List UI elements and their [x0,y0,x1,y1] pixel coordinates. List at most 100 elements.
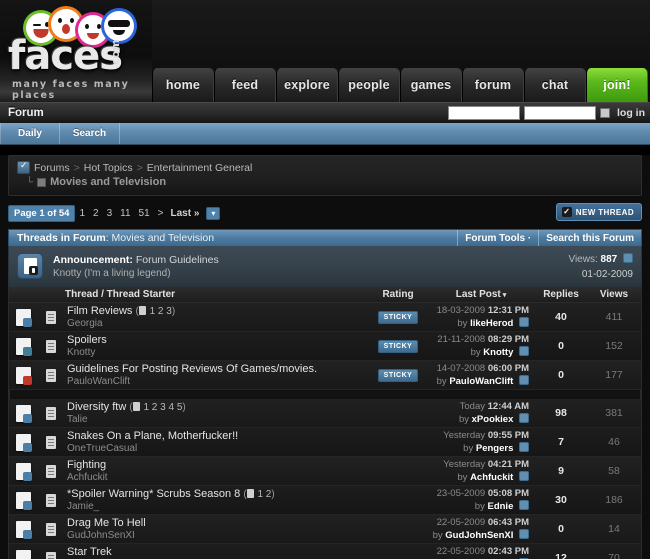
breadcrumb-forums[interactable]: Forums [34,162,70,174]
goto-last-post-icon[interactable] [519,375,529,385]
threads-table-body: Film Reviews ( 1 2 3) Georgia STICKY 18-… [8,303,642,559]
nav-explore[interactable]: explore [276,68,338,102]
table-row[interactable]: Spoilers Knotty STICKY 21-11-2008 08:29 … [9,332,641,361]
nav-join-button[interactable]: join! [586,68,648,102]
pagination-page-2[interactable]: 2 [89,208,103,219]
new-thread-label: NEW THREAD [575,207,634,217]
table-row[interactable]: Film Reviews ( 1 2 3) Georgia STICKY 18-… [9,303,641,332]
nav-home[interactable]: home [152,68,214,102]
pagination-page-11[interactable]: 11 [116,208,134,219]
thread-title[interactable]: Film Reviews [67,305,132,317]
column-rating[interactable]: Rating [369,289,427,300]
thread-status-icon [15,404,32,423]
last-post-date: Today [459,401,485,412]
last-post-user[interactable]: PauloWanClift [449,376,513,387]
thread-title[interactable]: Diversity ftw [67,401,126,413]
last-post-time: 12:44 AM [487,401,529,412]
column-replies[interactable]: Replies [535,289,587,300]
goto-last-post-icon[interactable] [519,442,529,452]
announcement-goto-icon[interactable] [623,252,633,263]
nav-forum[interactable]: forum [462,68,524,102]
thread-starter[interactable]: PauloWanClift [67,376,363,387]
table-row[interactable]: Fighting Achfuckit Yesterday 04:21 PM by… [9,457,641,486]
last-post-time: 09:55 PM [487,430,529,441]
thread-title[interactable]: Spoilers [67,334,107,346]
last-post-user[interactable]: likeHerod [470,318,513,329]
announcement-row[interactable]: Announcement: Forum Guidelines Knotty (I… [8,246,642,287]
nav-people[interactable]: people [338,68,400,102]
pagination-page-3[interactable]: 3 [103,208,117,219]
last-post-user[interactable]: Achfuckit [470,472,513,483]
thread-starter[interactable]: Knotty [67,347,363,358]
thread-starter[interactable]: Achfuckit [67,472,363,483]
column-thread[interactable]: Thread / Thread Starter [65,289,369,300]
goto-last-post-icon[interactable] [519,413,529,423]
nav-chat[interactable]: chat [524,68,586,102]
last-post-user[interactable]: Pengers [476,443,514,454]
subnav-search[interactable]: Search [60,123,120,144]
username-input[interactable] [448,106,520,120]
thread-starter[interactable]: GudJohnSenXI [67,530,363,541]
thread-starter[interactable]: Jamie_ [67,501,363,512]
new-thread-button[interactable]: ✓ NEW THREAD [555,203,642,221]
thread-pages: ( 1 2) [243,489,275,500]
thread-type-icon [46,464,56,478]
thread-replies: 30 [555,494,567,506]
last-post-user[interactable]: Ednie [487,501,513,512]
last-post-by: by [432,530,443,541]
subnav-daily[interactable]: Daily [0,123,60,144]
pagination-page-51[interactable]: 51 [135,208,154,219]
goto-last-post-icon[interactable] [519,500,529,510]
thread-starter[interactable]: Georgia [67,318,363,329]
thread-title[interactable]: Fighting [67,459,106,471]
forum-tools-button[interactable]: Forum Tools · [457,230,538,246]
goto-last-post-icon[interactable] [519,346,529,356]
thread-title[interactable]: Drag Me To Hell [67,517,146,529]
thread-title[interactable]: Guidelines For Posting Reviews Of Games/… [67,363,317,375]
pagination-last[interactable]: Last » [168,208,203,219]
goto-last-post-icon[interactable] [519,529,529,539]
breadcrumb-entertainment-general[interactable]: Entertainment General [147,162,253,174]
table-row[interactable]: Diversity ftw ( 1 2 3 4 5) Talie Today 1… [9,399,641,428]
site-logo[interactable]: faces .com many faces many places [0,0,152,102]
thread-starter[interactable]: OneTrueCasual [67,443,363,454]
column-views[interactable]: Views [587,289,641,300]
login-button[interactable]: log in [617,107,645,119]
announcement-starter: Knotty (I'm a living legend) [53,267,171,279]
thread-title[interactable]: Star Trek [67,546,112,558]
breadcrumb-separator: > [73,161,80,174]
password-input[interactable] [524,106,596,120]
thread-status-icon [15,549,32,559]
last-post-user[interactable]: GudJohnSenXI [445,530,513,541]
remember-me-checkbox[interactable] [600,108,610,118]
nav-feed[interactable]: feed [214,68,276,102]
thread-starter[interactable]: Talie [67,414,363,425]
announcement-title[interactable]: Forum Guidelines [136,254,219,266]
table-row[interactable]: Drag Me To Hell GudJohnSenXI 22-05-2009 … [9,515,641,544]
nav-games[interactable]: games [400,68,462,102]
last-post-user[interactable]: xPookiex [472,414,514,425]
table-row[interactable]: *Spoiler Warning* Scrubs Season 8 ( 1 2)… [9,486,641,515]
table-row[interactable]: Guidelines For Posting Reviews Of Games/… [9,361,641,390]
thread-replies: 9 [558,465,564,477]
search-this-forum-button[interactable]: Search this Forum [538,230,641,246]
column-last-post[interactable]: Last Post [427,289,535,300]
goto-last-post-icon[interactable] [519,471,529,481]
thread-views: 186 [605,494,623,506]
pagination-dropdown-icon[interactable]: ▾ [206,206,221,220]
breadcrumb-hot-topics[interactable]: Hot Topics [84,162,133,174]
thread-title[interactable]: Snakes On a Plane, Motherfucker!! [67,430,238,442]
table-row[interactable]: Snakes On a Plane, Motherfucker!! OneTru… [9,428,641,457]
logo-tagline: many faces many places [12,79,130,101]
thread-title[interactable]: *Spoiler Warning* Scrubs Season 8 [67,488,240,500]
goto-last-post-icon[interactable] [519,317,529,327]
pagination-page-1[interactable]: 1 [75,208,89,219]
pagination-next[interactable]: > [154,208,168,219]
thread-views: 411 [605,311,623,323]
table-row[interactable]: Star Trek vintagepunk 22-05-2009 02:43 P… [9,544,641,559]
last-post-by: by [436,376,447,387]
last-post-user[interactable]: Knotty [483,347,513,358]
logo-wordmark: faces [8,33,123,79]
announcement-views-label: Views: [568,253,598,265]
multipage-icon [138,306,146,315]
